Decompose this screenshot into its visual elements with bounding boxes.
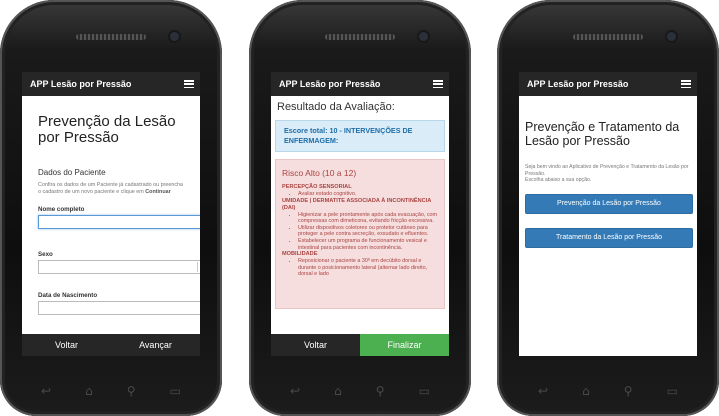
screen-assessment-result: APP Lesão por Pressão Resultado da Avali… <box>271 72 449 356</box>
bottom-action-bar: Voltar Finalizar <box>271 334 449 356</box>
back-icon[interactable]: ↩ <box>41 384 51 398</box>
prevention-button[interactable]: Prevenção da Lesão por Pressão <box>525 193 693 214</box>
next-button[interactable]: Avançar <box>111 334 200 356</box>
chevron-down-icon: ▾ <box>197 262 200 272</box>
birth-date-input[interactable] <box>38 301 200 315</box>
continue-link: Continuar <box>145 189 171 195</box>
system-nav-bar: ↩ ⌂ ⚲ ▭ <box>24 378 198 404</box>
choose-option-line: Escolha abaixo a sua opção. <box>525 177 592 183</box>
back-button[interactable]: Voltar <box>271 334 360 356</box>
back-icon[interactable]: ↩ <box>290 384 300 398</box>
section-title: Dados do Paciente <box>38 168 106 177</box>
list-item: Estabelecer um programa de funcionamento… <box>298 238 439 251</box>
back-icon[interactable]: ↩ <box>538 384 548 398</box>
list-item: Reposicionar o paciente a 30º em decúbit… <box>298 258 439 278</box>
screen-patient-data: APP Lesão por Pressão Prevenção da Lesão… <box>22 72 200 356</box>
search-icon[interactable]: ⚲ <box>624 384 633 398</box>
finish-button[interactable]: Finalizar <box>360 334 449 356</box>
intervention-list: Higienizar a pele prontamente após cada … <box>282 212 439 252</box>
search-icon[interactable]: ⚲ <box>376 384 385 398</box>
home-icon[interactable]: ⌂ <box>334 384 342 398</box>
phone-device-3: APP Lesão por Pressão Prevenção e Tratam… <box>497 0 719 416</box>
app-title: APP Lesão por Pressão <box>279 79 381 89</box>
welcome-line: Seja bem vindo ao Aplicativo de Prevençã… <box>525 164 689 177</box>
category-title: UMIDADE | DERMATITE ASSOCIADA À INCONTIN… <box>282 197 432 211</box>
menu-icon[interactable] <box>433 80 443 88</box>
bottom-action-bar: Voltar Avançar <box>22 334 200 356</box>
sex-select[interactable]: ▾ <box>38 260 200 274</box>
intervention-list: Reposicionar o paciente a 30º em decúbit… <box>282 258 439 278</box>
page-title: Prevenção e Tratamento da Lesão por Pres… <box>525 120 680 148</box>
app-title: APP Lesão por Pressão <box>30 79 132 89</box>
risk-panel: Risco Alto (10 a 12) PERCEPÇÃO SENSORIAL… <box>275 159 445 309</box>
intervention-list: Avaliar estado cognitivo. <box>282 191 439 198</box>
system-nav-bar: ↩ ⌂ ⚲ ▭ <box>521 378 695 404</box>
front-camera <box>419 32 428 41</box>
category-title: PERCEPÇÃO SENSORIAL <box>282 184 352 190</box>
result-title: Resultado da Avaliação: <box>277 101 395 113</box>
sex-label: Sexo <box>38 251 53 258</box>
name-label: Nome completo <box>38 206 85 213</box>
app-bar: APP Lesão por Pressão <box>22 72 200 96</box>
page-title: Prevenção da Lesão por Pressão <box>38 113 176 146</box>
birth-date-label: Data de Nascimento <box>38 292 98 299</box>
score-panel: Escore total: 10 - INTERVENÇÕES DE ENFER… <box>275 120 445 152</box>
welcome-text: Seja bem vindo ao Aplicativo de Prevençã… <box>525 164 693 184</box>
front-camera <box>170 32 179 41</box>
name-input[interactable] <box>38 215 200 229</box>
app-title: APP Lesão por Pressão <box>527 79 629 89</box>
search-icon[interactable]: ⚲ <box>127 384 136 398</box>
recent-apps-icon[interactable]: ▭ <box>419 384 430 398</box>
list-item: Avaliar estado cognitivo. <box>298 191 439 198</box>
list-item: Higienizar a pele prontamente após cada … <box>298 212 439 225</box>
earpiece <box>573 34 643 40</box>
instructions-text: Confira os dados de um Paciente já cadas… <box>38 182 184 196</box>
category-title: MOBILIDADE <box>282 251 318 258</box>
earpiece <box>76 34 146 40</box>
recent-apps-icon[interactable]: ▭ <box>170 384 181 398</box>
back-button[interactable]: Voltar <box>22 334 111 356</box>
list-item: Utilizar dispositivos coletores ou prote… <box>298 225 439 238</box>
app-bar: APP Lesão por Pressão <box>271 72 449 96</box>
recent-apps-icon[interactable]: ▭ <box>667 384 678 398</box>
menu-icon[interactable] <box>184 80 194 88</box>
menu-icon[interactable] <box>681 80 691 88</box>
earpiece <box>325 34 395 40</box>
risk-title: Risco Alto (10 a 12) <box>282 168 357 178</box>
treatment-button[interactable]: Tratamento da Lesão por Pressão <box>525 227 693 248</box>
home-icon[interactable]: ⌂ <box>582 384 590 398</box>
phone-device-1: APP Lesão por Pressão Prevenção da Lesão… <box>0 0 222 416</box>
system-nav-bar: ↩ ⌂ ⚲ ▭ <box>273 378 447 404</box>
front-camera <box>667 32 676 41</box>
app-bar: APP Lesão por Pressão <box>519 72 697 96</box>
home-icon[interactable]: ⌂ <box>85 384 93 398</box>
screen-home: APP Lesão por Pressão Prevenção e Tratam… <box>519 72 697 356</box>
phone-device-2: APP Lesão por Pressão Resultado da Avali… <box>249 0 471 416</box>
